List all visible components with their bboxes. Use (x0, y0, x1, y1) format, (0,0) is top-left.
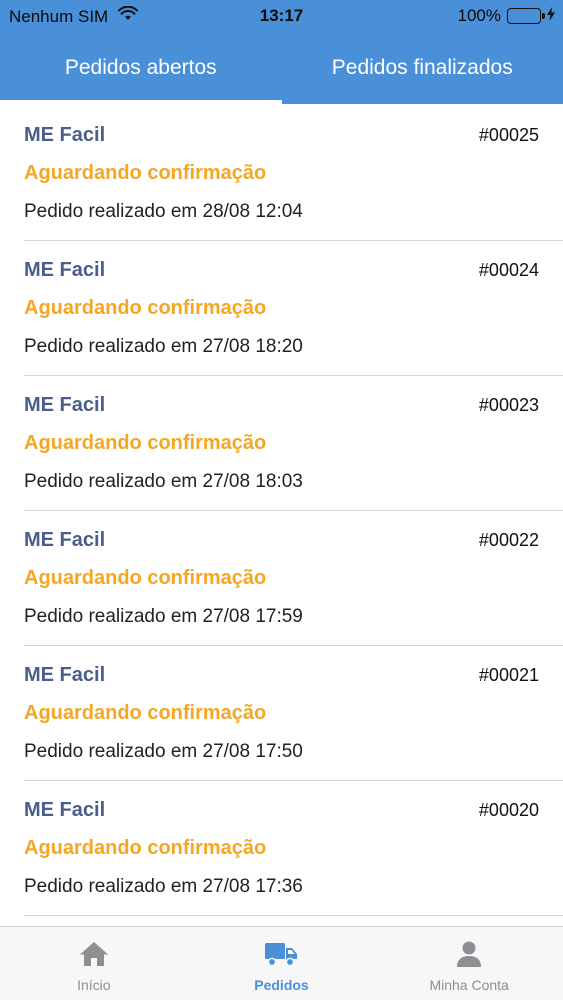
status-bar: Nenhum SIM 13:17 100% (0, 0, 563, 32)
order-number: #00024 (478, 260, 539, 280)
order-item[interactable]: ME Facil #00024 Aguardando confirmação P… (24, 241, 563, 376)
order-date: Pedido realizado em 27/08 18:20 (24, 336, 303, 357)
order-status: Aguardando confirmação (24, 162, 267, 184)
order-store-name: ME Facil (24, 394, 106, 416)
order-status: Aguardando confirmação (24, 837, 267, 859)
nav-item-orders[interactable]: Pedidos (188, 927, 376, 1000)
nav-account-label: Minha Conta (429, 977, 509, 993)
order-date: Pedido realizado em 27/08 18:03 (24, 471, 303, 492)
order-date: Pedido realizado em 27/08 17:36 (24, 876, 303, 897)
user-icon (452, 939, 486, 969)
charging-icon (547, 6, 555, 26)
order-number: #00020 (478, 800, 539, 820)
order-status: Aguardando confirmação (24, 432, 267, 454)
order-list: ME Facil #00025 Aguardando confirmação P… (0, 106, 563, 916)
order-item[interactable]: ME Facil #00025 Aguardando confirmação P… (24, 106, 563, 241)
order-date: Pedido realizado em 27/08 17:59 (24, 606, 303, 627)
battery-percent: 100% (457, 6, 501, 25)
order-status: Aguardando confirmação (24, 567, 267, 589)
app-screen: Nenhum SIM 13:17 100% Pedidos abertos Pe… (0, 0, 563, 1000)
order-number: #00021 (478, 665, 539, 685)
order-status: Aguardando confirmação (24, 702, 267, 724)
nav-home-label: Início (77, 977, 111, 993)
order-number: #00025 (478, 125, 539, 145)
status-right: 100% (458, 6, 555, 26)
order-store-name: ME Facil (24, 664, 106, 686)
bottom-nav: Início Pedidos Minha Conta (0, 926, 563, 1000)
battery-icon (507, 8, 545, 24)
order-item[interactable]: ME Facil #00021 Aguardando confirmação P… (24, 646, 563, 781)
order-store-name: ME Facil (24, 124, 106, 146)
order-store-name: ME Facil (24, 799, 106, 821)
truck-icon (264, 939, 298, 969)
order-store-name: ME Facil (24, 259, 106, 281)
order-item[interactable]: ME Facil #00022 Aguardando confirmação P… (24, 511, 563, 646)
home-icon (77, 939, 111, 969)
nav-item-account[interactable]: Minha Conta (375, 927, 563, 1000)
order-date: Pedido realizado em 27/08 17:50 (24, 741, 303, 762)
order-date: Pedido realizado em 28/08 12:04 (24, 201, 303, 222)
order-number: #00023 (478, 395, 539, 415)
order-store-name: ME Facil (24, 529, 106, 551)
tab-finished-orders-label: Pedidos finalizados (331, 56, 513, 79)
order-item[interactable]: ME Facil #00023 Aguardando confirmação P… (24, 376, 563, 511)
order-tabs: Pedidos abertos Pedidos finalizados (0, 32, 563, 104)
order-status: Aguardando confirmação (24, 297, 267, 319)
tab-open-orders[interactable]: Pedidos abertos (0, 32, 282, 104)
order-number: #00022 (478, 530, 539, 550)
nav-item-home[interactable]: Início (0, 927, 188, 1000)
order-item[interactable]: ME Facil #00020 Aguardando confirmação P… (24, 781, 563, 916)
tab-open-orders-label: Pedidos abertos (64, 56, 217, 79)
tab-finished-orders[interactable]: Pedidos finalizados (282, 32, 563, 104)
nav-orders-label: Pedidos (254, 977, 309, 993)
